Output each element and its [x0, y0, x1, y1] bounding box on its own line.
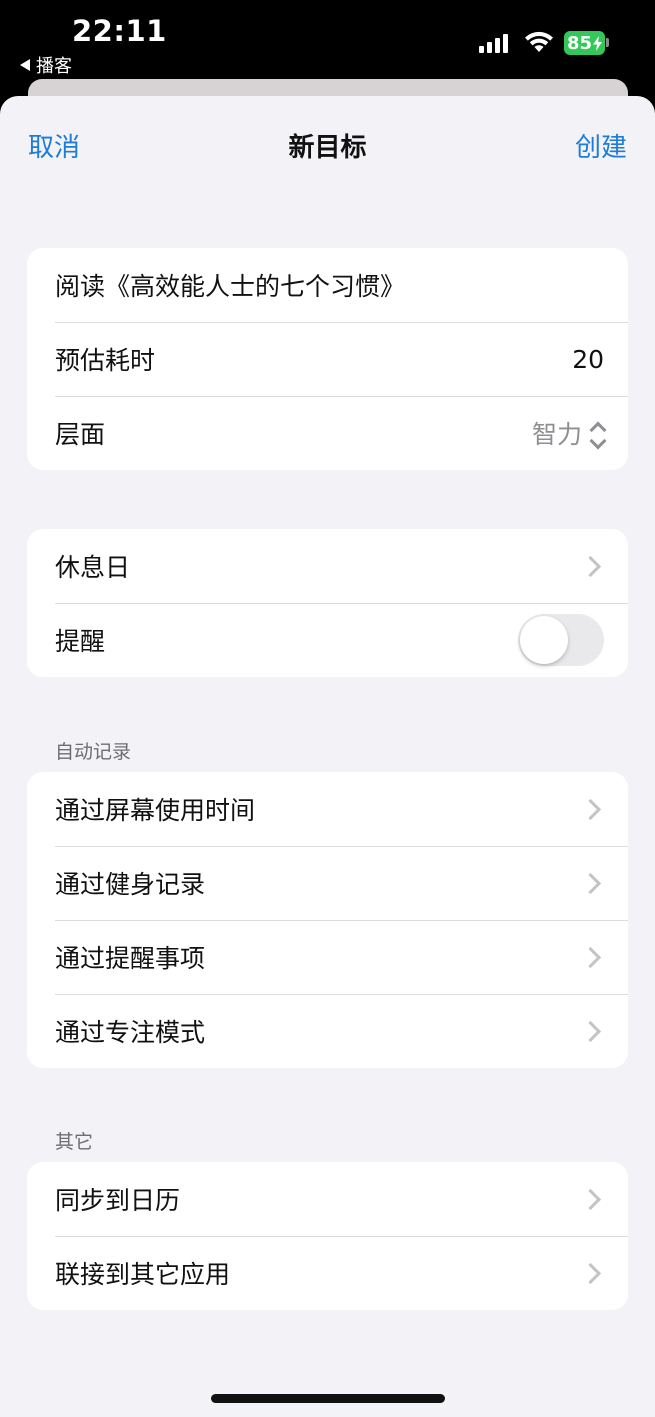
back-app-label: 播客 [36, 56, 72, 77]
goal-name-field[interactable]: 阅读《高效能人士的七个习惯》 [27, 248, 628, 322]
page-title: 新目标 [288, 133, 367, 163]
cellular-signal-icon [479, 33, 508, 53]
duration-value[interactable]: 20 [572, 345, 604, 374]
goal-name-value: 阅读《高效能人士的七个习惯》 [55, 272, 406, 301]
home-indicator[interactable] [211, 1394, 445, 1403]
cancel-button[interactable]: 取消 [28, 127, 80, 164]
rest-days-row[interactable]: 休息日 [27, 529, 628, 603]
chevron-right-icon [579, 1262, 602, 1284]
list-item-screen-time[interactable]: 通过屏幕使用时间 [27, 772, 628, 846]
wifi-icon [525, 31, 553, 52]
reminder-row: 提醒 [27, 603, 628, 677]
battery-level: 85 [566, 32, 593, 54]
goal-details-group: 阅读《高效能人士的七个习惯》 预估耗时 20 层面 智力 [27, 248, 628, 470]
chevron-right-icon [579, 555, 602, 577]
status-time: 22:11 [72, 14, 167, 48]
back-triangle-icon [20, 59, 30, 71]
other-header: 其它 [55, 1131, 94, 1153]
battery-cap [606, 38, 609, 47]
chevron-right-icon [579, 1020, 602, 1042]
back-to-app-link[interactable]: 播客 [20, 52, 72, 78]
list-item-fitness[interactable]: 通过健身记录 [27, 846, 628, 920]
auto-record-header: 自动记录 [55, 741, 132, 763]
chevron-up-down-icon [589, 420, 607, 449]
list-item-reminders[interactable]: 通过提醒事项 [27, 920, 628, 994]
schedule-group: 休息日 提醒 [27, 529, 628, 677]
list-item-link-apps[interactable]: 联接到其它应用 [27, 1236, 628, 1310]
chevron-right-icon [579, 1188, 602, 1210]
aspect-row[interactable]: 层面 智力 [27, 396, 628, 470]
rest-days-label: 休息日 [55, 553, 131, 582]
list-item-label: 通过屏幕使用时间 [55, 796, 256, 825]
auto-record-group: 通过屏幕使用时间 通过健身记录 通过提醒事项 通过专注模式 [27, 772, 628, 1068]
list-item-sync-calendar[interactable]: 同步到日历 [27, 1162, 628, 1236]
duration-label: 预估耗时 [55, 346, 156, 375]
toggle-knob [520, 616, 568, 664]
list-item-label: 通过健身记录 [55, 870, 206, 899]
aspect-value: 智力 [531, 420, 582, 449]
chevron-right-icon [579, 946, 602, 968]
create-button[interactable]: 创建 [575, 127, 627, 164]
chevron-right-icon [579, 872, 602, 894]
chevron-right-icon [579, 798, 602, 820]
list-item-focus[interactable]: 通过专注模式 [27, 994, 628, 1068]
other-group: 同步到日历 联接到其它应用 [27, 1162, 628, 1310]
aspect-label: 层面 [55, 420, 106, 449]
list-item-label: 通过专注模式 [55, 1018, 206, 1047]
reminder-label: 提醒 [55, 627, 106, 656]
list-item-label: 同步到日历 [55, 1186, 181, 1215]
screen: 22:11 播客 85 新目标 取消 创建 阅读《高效能人士的七个习惯》 预估耗… [0, 0, 655, 1417]
battery-indicator: 85 [564, 31, 605, 55]
list-item-label: 通过提醒事项 [55, 944, 206, 973]
list-item-label: 联接到其它应用 [55, 1260, 231, 1289]
aspect-picker[interactable]: 智力 [531, 415, 607, 451]
charging-bolt-icon [593, 35, 603, 51]
reminder-toggle[interactable] [518, 614, 604, 666]
duration-row[interactable]: 预估耗时 20 [27, 322, 628, 396]
